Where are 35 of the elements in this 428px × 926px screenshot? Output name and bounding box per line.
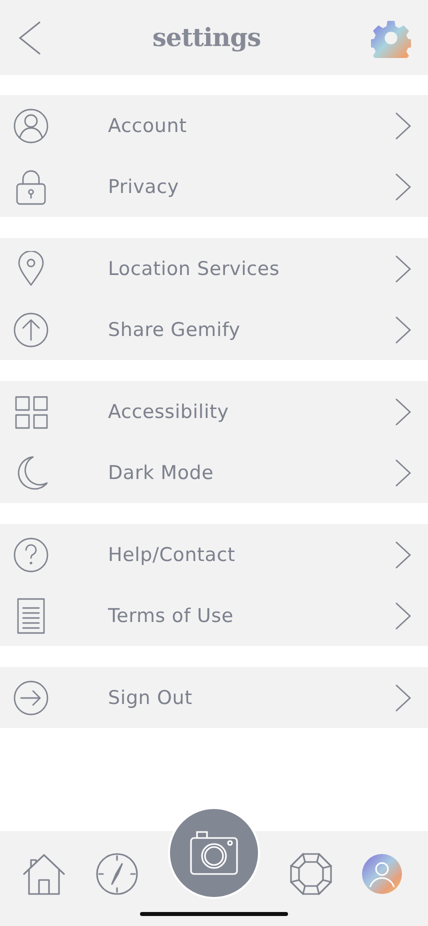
settings-row[interactable]: Account (0, 95, 428, 156)
page-title: settings (152, 23, 261, 52)
avatar-icon (362, 854, 402, 894)
help-icon (13, 536, 49, 572)
settings-row[interactable]: Privacy (0, 156, 428, 217)
settings-row[interactable]: Dark Mode (0, 442, 428, 503)
chevron-right-icon (394, 540, 412, 568)
chevron-right-icon (394, 316, 412, 344)
settings-row[interactable]: Help/Contact (0, 524, 428, 585)
explore-tab[interactable] (95, 852, 139, 896)
settings-row[interactable]: Location Services (0, 238, 428, 299)
chevron-right-icon (394, 112, 412, 140)
settings-row[interactable]: Accessibility (0, 381, 428, 442)
gem-icon (289, 852, 333, 896)
upload-icon (13, 312, 49, 348)
chevron-right-icon (394, 254, 412, 282)
person-icon (13, 108, 49, 144)
chevron-right-icon (394, 684, 412, 712)
chevron-right-icon (394, 398, 412, 426)
settings-row[interactable]: Terms of Use (0, 585, 428, 646)
chevron-left-icon (18, 20, 42, 54)
profile-tab[interactable] (362, 854, 402, 894)
chevron-right-icon (394, 458, 412, 486)
sign-out-icon (13, 680, 49, 716)
compass-icon (95, 852, 139, 896)
gem-tab[interactable] (289, 852, 333, 896)
grid-icon (13, 394, 49, 430)
chevron-right-icon (394, 602, 412, 630)
home-tab[interactable] (22, 852, 66, 896)
settings-row[interactable]: Sign Out (0, 667, 428, 728)
back-button[interactable] (18, 20, 42, 54)
house-icon (22, 852, 66, 896)
settings-row[interactable]: Share Gemify (0, 299, 428, 360)
chevron-right-icon (394, 172, 412, 200)
camera-icon (189, 830, 239, 876)
